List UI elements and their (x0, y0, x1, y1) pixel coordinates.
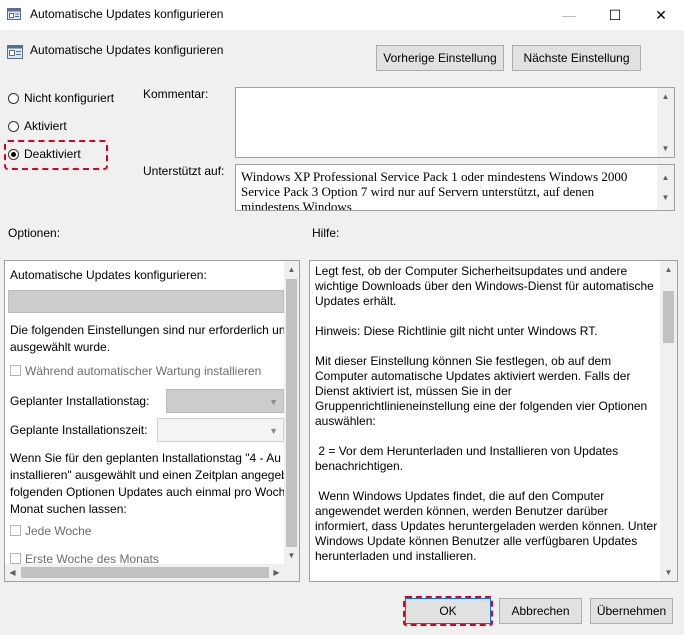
options-note-line: Die folgenden Einstellungen sind nur erf… (10, 323, 284, 337)
supported-on-label: Unterstützt auf: (143, 164, 225, 178)
scroll-down-icon[interactable]: ▼ (284, 547, 299, 564)
cancel-button[interactable]: Abbrechen (499, 598, 582, 624)
options-label: Optionen: (8, 226, 61, 240)
options-scroll-thumb[interactable] (286, 279, 297, 547)
first-week-checkbox-row[interactable]: Erste Woche des Monats (10, 551, 159, 564)
comment-textarea[interactable]: ▲ ▼ (235, 87, 675, 158)
radio-label: Nicht konfiguriert (24, 91, 115, 105)
radio-enabled[interactable]: Aktiviert (8, 119, 67, 133)
scroll-up-icon[interactable]: ▲ (284, 261, 299, 278)
options-hscroll-thumb[interactable] (21, 567, 269, 578)
install-day-label: Geplanter Installationstag: (10, 394, 150, 408)
next-setting-button[interactable]: Nächste Einstellung (512, 45, 641, 71)
help-text: Legt fest, ob der Computer Sicherheitsup… (315, 264, 660, 579)
apply-button[interactable]: Übernehmen (590, 598, 673, 624)
comment-scrollbar[interactable]: ▲ ▼ (657, 88, 674, 157)
options-paragraph-line: installieren" ausgewählt und einen Zeitp… (10, 468, 284, 482)
highlight-frame-disabled (4, 140, 108, 170)
scroll-left-icon[interactable]: ◀ (5, 564, 20, 581)
policy-icon (7, 45, 23, 59)
help-scroll-thumb[interactable] (663, 291, 674, 343)
help-panel: Legt fest, ob der Computer Sicherheitsup… (309, 260, 678, 582)
close-icon[interactable]: ✕ (638, 0, 684, 30)
dropdown-arrow-icon: ▼ (269, 426, 278, 436)
app-icon (7, 8, 21, 20)
help-paragraph: Hinweis: Diese Richtlinie gilt nicht unt… (315, 324, 598, 338)
supported-scrollbar[interactable]: ▲ ▼ (657, 165, 674, 210)
options-note-line: ausgewählt wurde. (10, 340, 111, 354)
comment-label: Kommentar: (143, 87, 209, 101)
radio-button[interactable] (8, 120, 19, 132)
install-day-dropdown[interactable]: ▼ (166, 389, 284, 413)
minimize-icon[interactable]: — (546, 0, 592, 30)
scroll-up-icon[interactable]: ▲ (657, 88, 674, 105)
scroll-down-icon[interactable]: ▼ (660, 564, 677, 581)
maximize-icon[interactable]: ☐ (592, 0, 638, 30)
help-label: Hilfe: (312, 226, 340, 240)
maintenance-checkbox-row[interactable]: Während automatischer Wartung installier… (10, 363, 261, 380)
radio-label: Aktiviert (24, 119, 67, 133)
help-paragraph: 2 = Vor dem Herunterladen und Installier… (315, 444, 622, 473)
options-vertical-scrollbar[interactable]: ▲ ▼ (284, 261, 299, 564)
first-week-checkbox[interactable] (10, 553, 21, 564)
maintenance-checkbox-label: Während automatischer Wartung installier… (25, 364, 262, 378)
help-paragraph: Mit dieser Einstellung können Sie festle… (315, 354, 648, 428)
help-paragraph: Legt fest, ob der Computer Sicherheitsup… (315, 264, 654, 308)
options-content: Automatische Updates konfigurieren: Die … (5, 261, 284, 564)
install-time-label: Geplante Installationszeit: (10, 423, 148, 437)
options-paragraph-line: Monat suchen lassen: (10, 502, 127, 516)
help-vertical-scrollbar[interactable]: ▲ ▼ (660, 261, 677, 581)
supported-on-box: Windows XP Professional Service Pack 1 o… (235, 164, 675, 211)
maintenance-checkbox[interactable] (10, 365, 21, 376)
previous-setting-button[interactable]: Vorherige Einstellung (376, 45, 504, 71)
every-week-checkbox-row[interactable]: Jede Woche (10, 523, 92, 540)
scroll-down-icon[interactable]: ▼ (657, 189, 674, 206)
scroll-up-icon[interactable]: ▲ (657, 169, 674, 186)
help-paragraph: Wenn Windows Updates findet, die auf den… (315, 489, 661, 563)
first-week-label: Erste Woche des Monats (25, 552, 159, 564)
every-week-checkbox[interactable] (10, 525, 21, 536)
options-paragraph-line: Wenn Sie für den geplanten Installations… (10, 451, 281, 465)
options-title: Automatische Updates konfigurieren: (10, 268, 207, 282)
every-week-label: Jede Woche (25, 524, 92, 538)
radio-button[interactable] (8, 92, 19, 104)
window-title: Automatische Updates konfigurieren (30, 7, 224, 21)
radio-not-configured[interactable]: Nicht konfiguriert (8, 91, 114, 105)
supported-on-text: Windows XP Professional Service Pack 1 o… (241, 169, 628, 211)
highlight-frame-ok (403, 596, 493, 626)
scroll-right-icon[interactable]: ▶ (269, 564, 284, 581)
options-paragraph-line: folgenden Optionen Updates auch einmal p… (10, 485, 284, 499)
configure-updates-dropdown[interactable] (8, 290, 284, 313)
options-horizontal-scrollbar[interactable]: ◀ ▶ (5, 564, 299, 581)
options-panel: Automatische Updates konfigurieren: Die … (4, 260, 300, 582)
title-bar: Automatische Updates konfigurieren — ☐ ✕ (0, 0, 684, 30)
scroll-up-icon[interactable]: ▲ (660, 261, 677, 278)
dropdown-arrow-icon: ▼ (269, 397, 278, 407)
install-time-dropdown[interactable]: ▼ (157, 418, 284, 442)
policy-name: Automatische Updates konfigurieren (30, 43, 224, 57)
scroll-down-icon[interactable]: ▼ (657, 140, 674, 157)
